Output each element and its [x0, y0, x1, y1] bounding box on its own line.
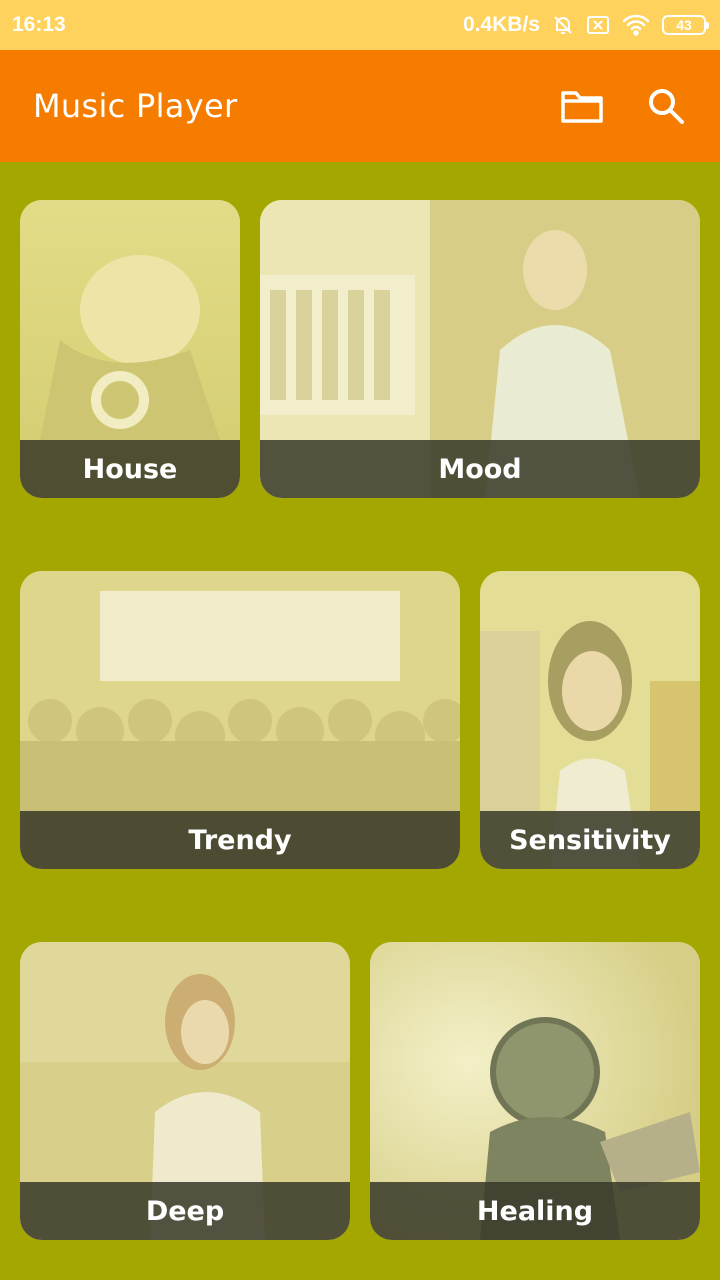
category-label: Mood: [260, 440, 700, 498]
search-icon: [649, 89, 684, 124]
folder-button[interactable]: [552, 76, 612, 136]
category-label: House: [20, 440, 240, 498]
category-label: Deep: [20, 1182, 350, 1240]
category-card-sensitivity[interactable]: Sensitivity: [480, 571, 700, 869]
sim-x-icon: [586, 15, 610, 35]
category-card-mood[interactable]: Mood: [260, 200, 700, 498]
category-card-healing[interactable]: Healing: [370, 942, 700, 1240]
battery-level: 43: [676, 17, 692, 33]
folder-icon: [561, 91, 603, 123]
status-icons: 0.4KB/s 43: [462, 13, 709, 37]
category-card-trendy[interactable]: Trendy: [20, 571, 460, 869]
category-card-house[interactable]: House: [20, 200, 240, 498]
search-button[interactable]: [636, 76, 696, 136]
status-bar: 16:13 0.4KB/s 43: [0, 0, 720, 50]
status-time: 16:13: [12, 13, 66, 36]
category-label: Sensitivity: [480, 811, 700, 869]
wifi-icon: [622, 14, 650, 36]
app-bar: Music Player: [0, 50, 720, 162]
app-title: Music Player: [33, 87, 238, 125]
category-label: Trendy: [20, 811, 460, 869]
category-label: Healing: [370, 1182, 700, 1240]
battery-icon: 43: [662, 15, 709, 35]
mute-bell-icon: [552, 14, 574, 36]
category-card-deep[interactable]: Deep: [20, 942, 350, 1240]
network-speed: 0.4KB/s: [462, 13, 540, 36]
